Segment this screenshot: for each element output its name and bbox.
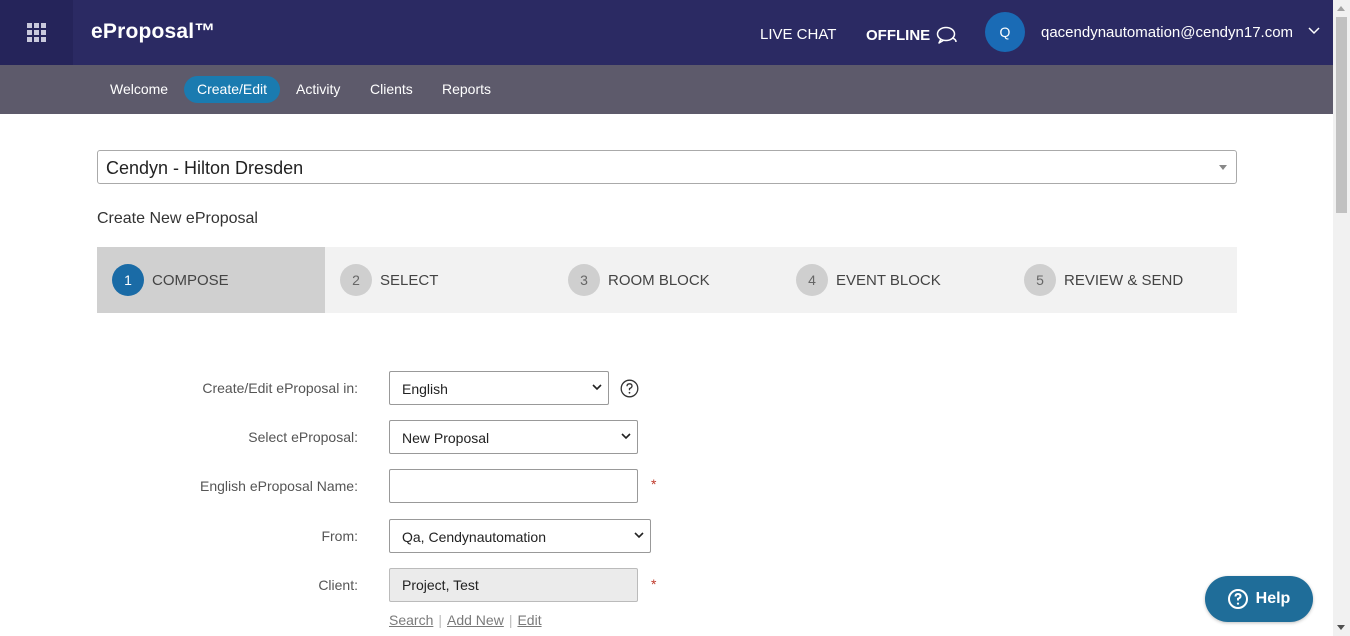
client-search-link[interactable]: Search <box>389 612 433 628</box>
step-label: EVENT BLOCK <box>836 271 941 289</box>
language-select-value: English <box>402 381 448 397</box>
client-actions: Search | Add New | Edit <box>389 612 542 628</box>
brand-logo: eProposal™ <box>91 20 216 43</box>
link-separator: | <box>508 612 513 628</box>
step-number: 3 <box>568 264 600 296</box>
client-label: Client: <box>318 577 358 593</box>
nav-item-reports[interactable]: Reports <box>429 76 504 103</box>
eproposal-name-label: English eProposal Name: <box>200 478 358 494</box>
step-label: COMPOSE <box>152 271 229 289</box>
help-widget-button[interactable]: Help <box>1205 576 1313 622</box>
wizard-steps: 1 COMPOSE 2 SELECT 3 ROOM BLOCK 4 EVENT … <box>97 247 1237 313</box>
required-marker: * <box>651 476 657 492</box>
step-number: 5 <box>1024 264 1056 296</box>
eproposal-select[interactable]: New Proposal <box>389 420 638 454</box>
app-launcher-button[interactable] <box>0 0 73 65</box>
step-label: ROOM BLOCK <box>608 271 710 289</box>
client-add-new-link[interactable]: Add New <box>447 612 504 628</box>
nav-item-clients[interactable]: Clients <box>357 76 426 103</box>
step-event-block[interactable]: 4 EVENT BLOCK <box>781 247 1009 313</box>
help-question-icon[interactable] <box>620 379 639 398</box>
offline-label: OFFLINE <box>866 26 931 44</box>
eproposal-select-value: New Proposal <box>402 430 490 446</box>
nav-item-welcome[interactable]: Welcome <box>97 76 181 103</box>
chevron-down-icon <box>634 532 644 539</box>
live-chat-link[interactable]: LIVE CHAT <box>760 26 836 43</box>
step-review-send[interactable]: 5 REVIEW & SEND <box>1009 247 1237 313</box>
step-compose[interactable]: 1 COMPOSE <box>97 247 325 313</box>
client-input[interactable] <box>389 568 638 602</box>
step-number: 1 <box>112 264 144 296</box>
property-select[interactable]: Cendyn - Hilton Dresden <box>97 150 1237 184</box>
page-title: Create New eProposal <box>97 210 258 227</box>
user-email[interactable]: qacendynautomation@cendyn17.com <box>1041 24 1293 41</box>
help-widget-label: Help <box>1255 590 1291 607</box>
dropdown-arrow-icon <box>1219 165 1227 170</box>
select-eproposal-label: Select eProposal: <box>248 429 358 445</box>
from-select-value: Qa, Cendynautomation <box>402 529 546 545</box>
from-select[interactable]: Qa, Cendynautomation <box>389 519 651 553</box>
chevron-down-icon[interactable] <box>1308 27 1320 35</box>
step-label: REVIEW & SEND <box>1064 271 1184 289</box>
step-select[interactable]: 2 SELECT <box>325 247 553 313</box>
scroll-up-arrow-icon[interactable] <box>1337 6 1345 11</box>
grid-icon <box>27 23 46 42</box>
user-avatar[interactable]: Q <box>985 12 1025 52</box>
eproposal-name-input[interactable] <box>389 469 638 503</box>
page-scrollbar[interactable] <box>1333 0 1350 636</box>
language-label: Create/Edit eProposal in: <box>202 380 358 396</box>
nav-item-create-edit[interactable]: Create/Edit <box>184 76 281 103</box>
scroll-down-arrow-icon[interactable] <box>1337 625 1345 630</box>
link-separator: | <box>438 612 442 628</box>
from-label: From: <box>321 528 358 544</box>
top-header: eProposal™ LIVE CHAT OFFLINE Q qacendyna… <box>0 0 1333 65</box>
language-select[interactable]: English <box>389 371 609 405</box>
help-circle-icon <box>1227 589 1248 609</box>
scroll-thumb[interactable] <box>1336 17 1347 213</box>
step-room-block[interactable]: 3 ROOM BLOCK <box>553 247 781 313</box>
step-number: 2 <box>340 264 372 296</box>
property-select-value: Cendyn - Hilton Dresden <box>106 158 304 178</box>
chevron-down-icon <box>592 384 602 391</box>
chevron-down-icon <box>621 433 631 440</box>
required-marker: * <box>651 576 657 592</box>
nav-item-activity[interactable]: Activity <box>283 76 353 103</box>
offline-status[interactable]: OFFLINE <box>866 26 958 44</box>
client-edit-link[interactable]: Edit <box>517 612 541 628</box>
step-label: SELECT <box>380 271 439 289</box>
chat-bubble-icon <box>936 26 957 44</box>
main-nav: Welcome Create/Edit Activity Clients Rep… <box>0 65 1333 114</box>
step-number: 4 <box>796 264 828 296</box>
